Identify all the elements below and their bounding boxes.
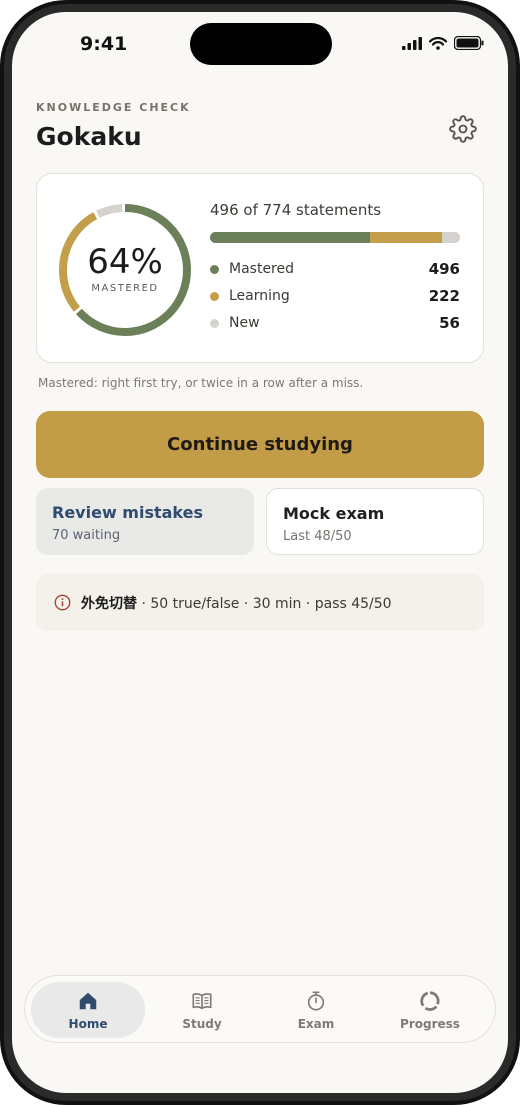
legend-value: 56 [439, 314, 460, 332]
exam-info-text: 外免切替 · 50 true/false · 30 min · pass 45/… [81, 593, 392, 613]
settings-button[interactable] [449, 115, 477, 143]
progress-bar-new [441, 232, 460, 243]
review-mistakes-button[interactable]: Review mistakes 70 waiting [36, 488, 254, 555]
legend-label: Mastered [229, 261, 295, 277]
exam-info-banner: 外免切替 · 50 true/false · 30 min · pass 45/… [36, 574, 484, 631]
review-mistakes-count: 70 waiting [52, 528, 121, 543]
tab-label: Study [182, 1017, 222, 1031]
page-title: Gokaku [36, 122, 142, 151]
tab-progress[interactable]: Progress [373, 982, 487, 1038]
continue-studying-button[interactable]: Continue studying [36, 411, 484, 478]
progress-bar [210, 232, 460, 243]
status-icons [402, 36, 484, 50]
review-mistakes-title: Review mistakes [52, 503, 203, 522]
tab-home[interactable]: Home [31, 982, 145, 1038]
page-eyebrow: KNOWLEDGE CHECK [36, 101, 191, 114]
mastered-dot [210, 264, 219, 274]
legend-row-mastered: Mastered 496 [210, 258, 460, 280]
legend-label: New [229, 315, 260, 331]
exam-name: 外免切替 [81, 595, 137, 612]
mastery-note: Mastered: right first try, or twice in a… [38, 376, 364, 390]
progress-ring-icon [420, 991, 440, 1011]
tab-exam[interactable]: Exam [259, 982, 373, 1038]
mock-exam-last-score: Last 48/50 [283, 529, 352, 544]
wifi-icon [429, 36, 447, 50]
book-icon [192, 993, 212, 1010]
mock-exam-button[interactable]: Mock exam Last 48/50 [266, 488, 484, 555]
tab-label: Home [68, 1017, 108, 1031]
progress-bar-mastered [210, 232, 371, 243]
home-icon [79, 992, 97, 1010]
legend-value: 496 [428, 260, 460, 278]
legend-row-new: New 56 [210, 312, 460, 334]
info-icon [54, 594, 71, 611]
battery-icon [454, 36, 484, 50]
legend-label: Learning [229, 288, 290, 304]
stopwatch-icon [307, 991, 325, 1011]
status-time: 9:41 [80, 33, 128, 55]
mastery-caption: MASTERED [91, 283, 159, 294]
mock-exam-title: Mock exam [283, 504, 385, 523]
gear-icon [449, 115, 477, 143]
dynamic-island [190, 23, 332, 65]
learning-dot [210, 291, 219, 301]
statements-summary: 496 of 774 statements [210, 201, 382, 219]
screen: 9:41 KNOWLEDGE CHECK Gokaku 64% MASTERED… [12, 12, 508, 1093]
tab-bar: Home Study Exam Progress [24, 975, 496, 1043]
tab-label: Progress [400, 1017, 460, 1031]
signal-icon [402, 36, 422, 50]
tab-study[interactable]: Study [145, 982, 259, 1038]
tab-label: Exam [297, 1017, 335, 1031]
legend-value: 222 [428, 287, 460, 305]
progress-card: 64% MASTERED 496 of 774 statements Maste… [36, 173, 484, 363]
mastery-percent: 64% [87, 242, 163, 282]
phone-frame: 9:41 KNOWLEDGE CHECK Gokaku 64% MASTERED… [0, 0, 520, 1105]
progress-bar-learning [370, 232, 442, 243]
legend-row-learning: Learning 222 [210, 285, 460, 307]
exam-details: · 50 true/false · 30 min · pass 45/50 [137, 595, 392, 612]
new-dot [210, 318, 219, 328]
